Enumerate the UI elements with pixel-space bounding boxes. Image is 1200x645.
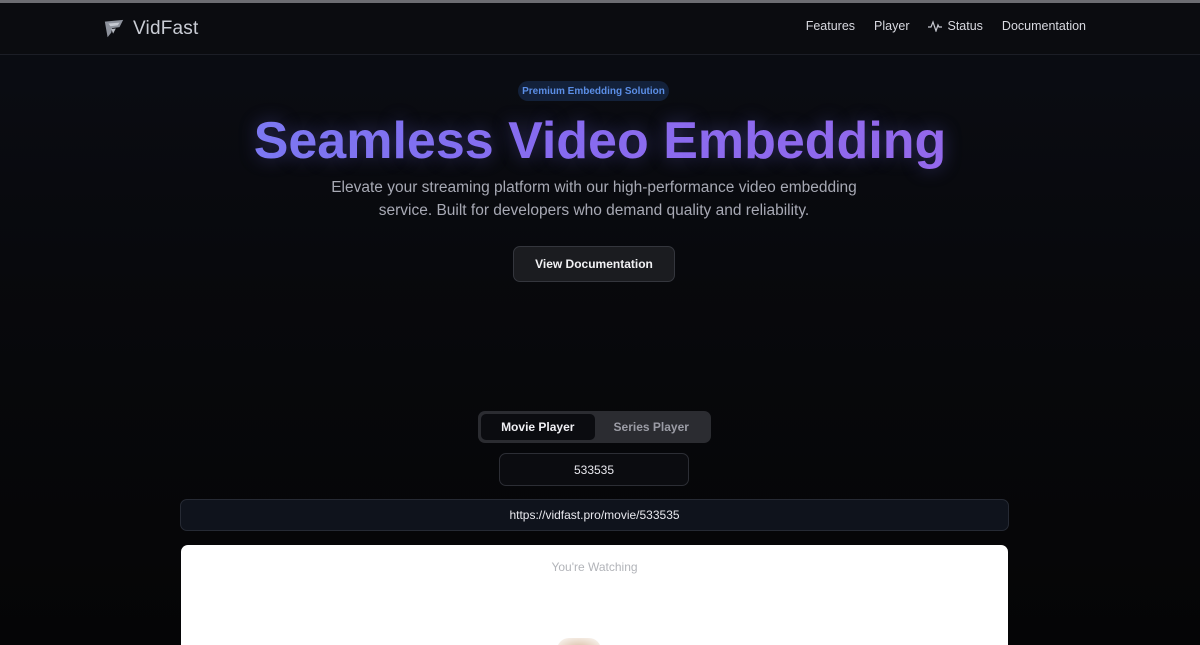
hero-title: Seamless Video Embedding [0,108,1200,174]
vidfast-logo-icon [104,19,124,38]
embed-url-display[interactable]: https://vidfast.pro/movie/533535 [180,499,1009,531]
nav-links: Features Player Status Documentation [806,19,1086,33]
nav-link-player[interactable]: Player [874,19,909,33]
nav-link-documentation[interactable]: Documentation [1002,19,1086,33]
player-preview-frame[interactable]: You're Watching [181,545,1008,645]
top-navbar: VidFast Features Player Status Documenta… [0,3,1200,55]
nav-link-status-label: Status [947,19,983,33]
page: VidFast Features Player Status Documenta… [0,0,1200,645]
brand-name: VidFast [133,18,199,39]
tab-series-player[interactable]: Series Player [595,414,709,440]
nav-link-features[interactable]: Features [806,19,855,33]
tab-movie-player[interactable]: Movie Player [481,414,595,440]
hero-subtitle: Elevate your streaming platform with our… [331,179,857,219]
brand-home-link[interactable]: VidFast [103,16,198,42]
view-documentation-button[interactable]: View Documentation [513,246,675,282]
poster-image [557,638,601,645]
nav-link-status[interactable]: Status [928,19,983,33]
player-type-tabs: Movie Player Series Player [478,411,711,443]
hero-badge: Premium Embedding Solution [518,81,669,101]
youre-watching-label: You're Watching [551,560,638,574]
activity-pulse-icon [928,20,943,32]
media-id-input[interactable] [499,453,689,486]
